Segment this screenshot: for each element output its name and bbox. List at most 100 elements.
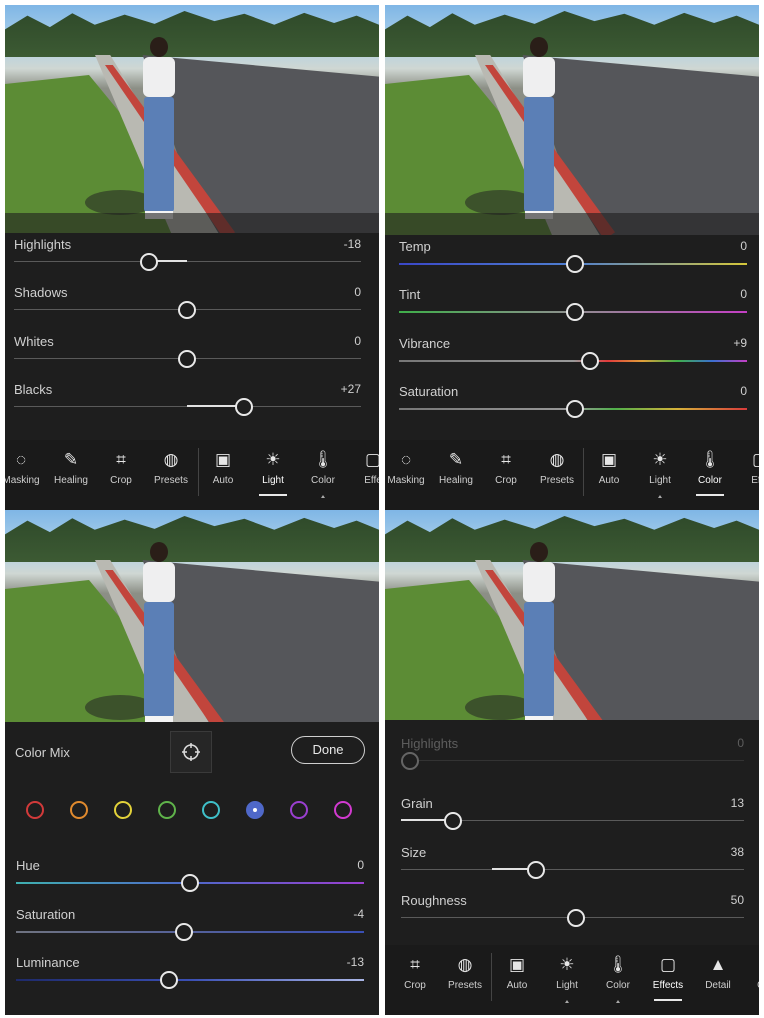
slider-label: Luminance <box>16 955 80 970</box>
slider-value: -4 <box>353 907 364 921</box>
tool-effects[interactable]: ▢ Effects <box>642 953 694 1001</box>
tool-auto[interactable]: ▣ Auto <box>491 953 543 991</box>
effects-icon: ▢ <box>734 448 759 472</box>
slider-value: 0 <box>740 384 747 398</box>
grain-slider[interactable]: Grain 13 <box>385 796 759 844</box>
slider-knob[interactable] <box>401 752 419 770</box>
slider-value: 0 <box>737 736 744 750</box>
slider-label: Hue <box>16 858 40 873</box>
size-slider[interactable]: Size 38 <box>385 845 759 893</box>
tool-crop[interactable]: ⌗ Crop <box>480 448 532 486</box>
tool-effects[interactable]: ▢Effe <box>734 448 759 486</box>
tool-crop[interactable]: ⌗ Crop <box>389 953 441 991</box>
color-icon: 🌡 <box>607 955 629 974</box>
tool-auto[interactable]: ▣ Auto <box>197 448 249 486</box>
presets-icon: ◍ <box>163 450 179 469</box>
photo-preview <box>5 510 379 755</box>
slider-value: +27 <box>340 382 361 396</box>
auto-icon: ▣ <box>508 955 526 974</box>
slider-value: -18 <box>343 237 361 251</box>
vibrance-slider[interactable]: Vibrance +9 <box>385 336 759 384</box>
tool-crop[interactable]: ⌗ Crop <box>95 448 147 486</box>
slider-label: Highlights <box>401 736 459 751</box>
shadows-slider[interactable]: Shadows 0 <box>5 285 379 333</box>
tool-light[interactable]: ☀ Light <box>541 953 593 1003</box>
presets-icon: ◍ <box>549 450 565 469</box>
tool-auto[interactable]: ▣ Auto <box>583 448 635 486</box>
slider-label: Blacks <box>14 382 53 397</box>
tool-light[interactable]: ☀ Light <box>247 448 299 496</box>
highlights-slider[interactable]: Highlights 0 <box>385 736 759 784</box>
whites-slider[interactable]: Whites 0 <box>5 334 379 382</box>
roughness-slider[interactable]: Roughness 50 <box>385 893 759 941</box>
slider-knob[interactable] <box>178 301 196 319</box>
tool-presets[interactable]: ◍ Presets <box>145 448 197 486</box>
tool-masking[interactable]: ◌ Masking <box>5 448 47 486</box>
slider-knob[interactable] <box>444 812 462 830</box>
presets-icon: ◍ <box>457 955 473 974</box>
slider-label: Saturation <box>399 384 459 399</box>
slider-knob[interactable] <box>581 352 599 370</box>
slider-knob[interactable] <box>566 400 584 418</box>
slider-knob[interactable] <box>178 350 196 368</box>
color-swatch[interactable] <box>246 801 264 819</box>
slider-value: 0 <box>740 287 747 301</box>
slider-knob[interactable] <box>567 909 585 927</box>
slider-knob[interactable] <box>235 398 253 416</box>
tool-light[interactable]: ☀ Light <box>634 448 686 498</box>
slider-label: Highlights <box>14 237 72 252</box>
tool-healing[interactable]: ✎ Healing <box>45 448 97 486</box>
tool-color[interactable]: 🌡 Color <box>592 953 644 1003</box>
luminance-slider[interactable]: Luminance -13 <box>5 955 379 1003</box>
slider-knob[interactable] <box>140 253 158 271</box>
effects-panel-screen: Highlights 0 Grain 13 Size 38 Roughness … <box>385 510 759 1015</box>
slider-knob[interactable] <box>175 923 193 941</box>
temp-slider[interactable]: Temp 0 <box>385 239 759 287</box>
saturation-slider[interactable]: Saturation 0 <box>385 384 759 432</box>
slider-label: Size <box>401 845 427 860</box>
done-button[interactable]: Done <box>291 736 365 764</box>
slider-value: +9 <box>733 336 747 350</box>
tint-slider[interactable]: Tint 0 <box>385 287 759 335</box>
slider-knob[interactable] <box>527 861 545 879</box>
color-swatch[interactable] <box>158 801 176 819</box>
blacks-slider[interactable]: Blacks +27 <box>5 382 379 430</box>
slider-label: Tint <box>399 287 421 302</box>
saturation-slider[interactable]: Saturation -4 <box>5 907 379 955</box>
bottom-toolbar: ⌗ Crop ◍ Presets ▣ Auto ☀ Light 🌡 Color ▢ Effe… <box>385 945 759 1015</box>
targeted-adjust-button[interactable] <box>170 731 212 773</box>
slider-label: Shadows <box>14 285 68 300</box>
slider-label: Temp <box>399 239 431 254</box>
color-swatch[interactable] <box>70 801 88 819</box>
tool-color[interactable]: 🌡 Color <box>297 448 349 498</box>
tool-healing[interactable]: ✎ Healing <box>430 448 482 486</box>
color-swatch[interactable] <box>202 801 220 819</box>
masking-icon: ◌ <box>15 450 27 469</box>
slider-knob[interactable] <box>160 971 178 989</box>
tool-optics[interactable]: O <box>735 953 759 991</box>
color-panel-screen: Temp 0 Tint 0 Vibrance +9 Saturation 0 ◌… <box>385 5 759 510</box>
slider-knob[interactable] <box>181 874 199 892</box>
slider-label: Saturation <box>16 907 76 922</box>
color-swatch[interactable] <box>26 801 44 819</box>
bottom-toolbar: ◌ Masking ✎ Healing ⌗ Crop ◍ Presets ▣ Auto ☀… <box>385 440 759 510</box>
slider-knob[interactable] <box>566 255 584 273</box>
tool-color[interactable]: 🌡 Color <box>684 448 736 496</box>
tool-presets[interactable]: ◍ Presets <box>439 953 491 991</box>
tool-presets[interactable]: ◍ Presets <box>531 448 583 486</box>
color-swatch[interactable] <box>334 801 352 819</box>
optics-icon <box>735 953 759 977</box>
color-icon: 🌡 <box>312 450 334 469</box>
hue-slider[interactable]: Hue 0 <box>5 858 379 906</box>
slider-knob[interactable] <box>566 303 584 321</box>
color-swatch[interactable] <box>290 801 308 819</box>
healing-icon: ✎ <box>448 450 464 469</box>
highlights-slider[interactable]: Highlights -18 <box>5 237 379 285</box>
crop-icon: ⌗ <box>501 450 511 469</box>
color-swatch[interactable] <box>114 801 132 819</box>
tool-effects[interactable]: ▢Effe <box>347 448 379 486</box>
auto-icon: ▣ <box>600 450 618 469</box>
slider-value: 0 <box>354 285 361 299</box>
effects-icon: ▢ <box>364 450 379 469</box>
tool-masking[interactable]: ◌ Masking <box>385 448 432 486</box>
